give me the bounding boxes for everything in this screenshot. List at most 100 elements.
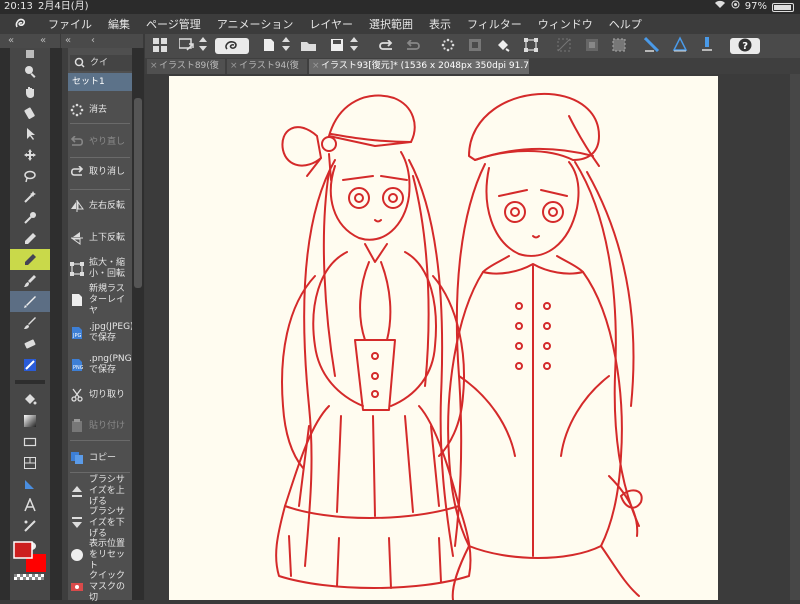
spinner-button[interactable] <box>348 37 360 55</box>
divider <box>70 123 130 124</box>
snap-grid-button[interactable] <box>698 37 716 55</box>
figure-tool[interactable] <box>10 431 50 452</box>
clip-studio-logo-icon[interactable] <box>10 14 32 34</box>
paste-command[interactable]: 貼り付け <box>68 416 132 436</box>
flip-horizontal-command[interactable]: 左右反転 <box>68 196 132 216</box>
quick-access-scrollbar[interactable] <box>132 48 144 600</box>
cut-command[interactable]: 切り取り <box>68 385 132 405</box>
canvas[interactable] <box>169 76 718 601</box>
fill-button[interactable] <box>494 37 512 55</box>
set-tab[interactable]: セット1 <box>68 73 132 91</box>
menu-file[interactable]: ファイル <box>40 16 100 32</box>
select-all-button[interactable] <box>610 37 628 55</box>
close-tab-icon[interactable]: × <box>150 59 158 74</box>
zoom-tool[interactable] <box>10 60 50 81</box>
snap-special-ruler-button[interactable] <box>671 36 689 56</box>
flip-vertical-command[interactable]: 上下反転 <box>68 228 132 248</box>
transform-button[interactable] <box>522 37 540 55</box>
bucket-icon <box>23 393 37 407</box>
transform-command[interactable]: 拡大・縮小・回転 <box>68 256 132 282</box>
help-icon: ? <box>738 37 752 56</box>
collapse-left-icon[interactable]: « <box>8 34 14 48</box>
clear-button[interactable] <box>439 37 457 55</box>
redo-button[interactable] <box>404 37 422 55</box>
airbrush-tool[interactable] <box>10 291 50 312</box>
scrollbar-thumb[interactable] <box>134 98 142 288</box>
color-swatch[interactable] <box>12 540 50 582</box>
eyedropper-tool[interactable] <box>10 207 50 228</box>
quick-access-header[interactable]: クイ <box>70 55 132 71</box>
eraser-tool[interactable] <box>10 333 50 354</box>
correct-line-tool[interactable] <box>10 515 50 536</box>
new-file-icon <box>263 37 275 56</box>
menu-edit[interactable]: 編集 <box>100 16 138 32</box>
main-color[interactable] <box>13 541 33 559</box>
gradient-icon <box>23 414 37 428</box>
menu-layer[interactable]: レイヤー <box>301 16 361 32</box>
gradient-tool[interactable] <box>10 410 50 431</box>
menu-window[interactable]: ウィンドウ <box>530 16 601 32</box>
ruler-tool[interactable] <box>10 473 50 494</box>
clear-command[interactable]: 消去 <box>68 100 132 120</box>
command-label: 表示位置をリセット <box>89 538 126 571</box>
invert-selection-button[interactable] <box>583 37 601 55</box>
collapse-left-icon[interactable]: « <box>40 34 46 48</box>
pen-tool[interactable] <box>10 228 50 249</box>
snap-ruler-button[interactable] <box>643 36 661 55</box>
undo-icon <box>68 166 86 178</box>
undo-button[interactable] <box>377 37 395 55</box>
fill-tool[interactable] <box>10 389 50 410</box>
tab-document-active[interactable]: × イラスト93[復元]* (1536 x 2048px 350dpi 91.7%… <box>309 59 529 74</box>
new-raster-layer-command[interactable]: 新規ラスターレイヤ <box>68 284 132 316</box>
new-file-button[interactable] <box>260 37 278 55</box>
collapse-left-icon[interactable]: « <box>65 34 71 48</box>
quick-mask-command[interactable]: クイックマスクの切 <box>68 571 132 603</box>
menu-filter[interactable]: フィルター <box>459 16 530 32</box>
tool-palette-scrollbar[interactable] <box>50 48 62 600</box>
blend-tool[interactable] <box>10 354 50 375</box>
select-tool[interactable] <box>10 123 50 144</box>
brush-size-down-command[interactable]: ブラシサイズを下げる <box>68 507 132 539</box>
pencil-tool[interactable] <box>10 249 50 270</box>
transform-icon <box>68 262 86 276</box>
decoration-tool[interactable] <box>10 312 50 333</box>
operation-tool[interactable] <box>10 102 50 123</box>
copy-command[interactable]: コピー <box>68 448 132 468</box>
deselect-button[interactable] <box>555 37 573 55</box>
magic-wand-tool[interactable] <box>10 186 50 207</box>
menu-help[interactable]: ヘルプ <box>601 16 650 32</box>
hand-tool[interactable] <box>10 81 50 102</box>
lasso-tool[interactable] <box>10 165 50 186</box>
transparent-color-icon[interactable] <box>14 574 44 580</box>
reset-view-command[interactable]: 表示位置をリセット <box>68 539 132 571</box>
close-tab-icon[interactable]: × <box>312 59 320 74</box>
tab-document[interactable]: × イラスト89(復 <box>147 59 225 74</box>
chevron-left-icon[interactable]: ‹ <box>91 34 95 48</box>
frame-tool[interactable] <box>10 452 50 473</box>
undo-command[interactable]: 取り消し <box>68 162 132 182</box>
grid-view-button[interactable] <box>151 37 169 55</box>
brush-tool[interactable] <box>10 270 50 291</box>
clip-studio-button[interactable] <box>215 38 249 54</box>
help-button[interactable]: ? <box>730 38 760 54</box>
export-button[interactable] <box>178 37 196 55</box>
save-jpg-command[interactable]: JPG .jpg(JPEG)で保存 <box>68 320 134 346</box>
save-png-command[interactable]: PNG .png(PNG)で保存 <box>68 352 135 378</box>
spinner-button[interactable] <box>197 37 209 55</box>
spinner-button[interactable] <box>280 37 292 55</box>
close-tab-icon[interactable]: × <box>230 59 238 74</box>
menu-animation[interactable]: アニメーション <box>209 16 302 32</box>
open-file-button[interactable] <box>300 37 318 55</box>
clear-outside-button[interactable] <box>466 37 484 55</box>
tool-palette-grip[interactable] <box>10 48 50 60</box>
move-layer-tool[interactable] <box>10 144 50 165</box>
text-tool[interactable] <box>10 494 50 515</box>
menu-view[interactable]: 表示 <box>421 16 459 32</box>
menu-page[interactable]: ページ管理 <box>138 16 209 32</box>
redo-command[interactable]: やり直し <box>68 132 132 152</box>
save-button[interactable] <box>328 37 346 55</box>
menu-selection[interactable]: 選択範囲 <box>361 16 421 32</box>
snap-special-ruler-icon <box>672 36 688 56</box>
tab-document[interactable]: × イラスト94(復 <box>227 59 307 74</box>
brush-size-up-command[interactable]: ブラシサイズを上げる <box>68 475 132 507</box>
